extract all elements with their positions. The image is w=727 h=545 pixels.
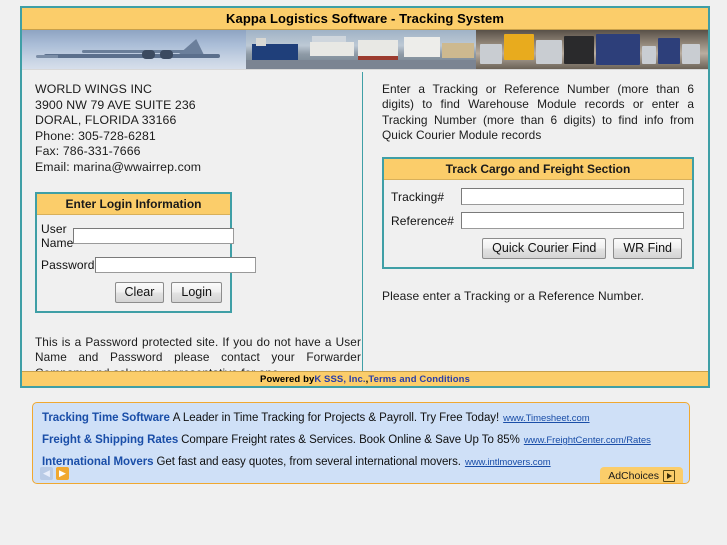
company-street: 3900 NW 79 AVE SUITE 236 (35, 97, 196, 112)
advertisement-box: Tracking Time Software A Leader in Time T… (32, 402, 690, 484)
ad-item-1[interactable]: Tracking Time Software A Leader in Time T… (42, 412, 679, 424)
ad-text-1: A Leader in Time Tracking for Projects &… (172, 412, 500, 424)
login-button[interactable]: Login (171, 281, 222, 303)
reference-number-label: Reference# (391, 213, 455, 228)
ad-url-1[interactable]: www.Timesheet.com (503, 413, 589, 424)
ad-navigation: ◀ ▶ (40, 467, 69, 480)
adchoices-label: AdChoices (608, 470, 659, 482)
company-phone: Phone: 305-728-6281 (35, 128, 156, 143)
powered-by-label: Powered by (260, 373, 315, 385)
reference-number-row: Reference# (391, 212, 684, 230)
application-frame: Kappa Logistics Software - Tracking Syst… (20, 6, 710, 388)
window-title-bar: Kappa Logistics Software - Tracking Syst… (22, 8, 708, 30)
tracking-number-input[interactable] (461, 188, 684, 206)
page-title: Kappa Logistics Software - Tracking Syst… (226, 11, 504, 26)
ad-item-3[interactable]: International Movers Get fast and easy qu… (42, 456, 679, 468)
login-panel-body: User Name Password Clear Login (37, 215, 256, 311)
login-button-row: Clear Login (41, 281, 224, 303)
reference-number-input[interactable] (461, 212, 684, 230)
track-panel-heading: Track Cargo and Freight Section (384, 159, 692, 181)
content-area: WORLD WINGS INC 3900 NW 79 AVE SUITE 236… (22, 70, 708, 380)
username-input[interactable] (73, 227, 235, 244)
right-column: Enter a Tracking or Reference Number (mo… (363, 70, 708, 373)
ad-item-2[interactable]: Freight & Shipping Rates Compare Freight … (42, 434, 679, 446)
tracking-instructions: Enter a Tracking or Reference Number (mo… (382, 82, 694, 142)
tracking-number-label: Tracking# (391, 189, 445, 204)
tracking-message: Please enter a Tracking or a Reference N… (382, 289, 645, 304)
login-panel: Enter Login Information User Name Passwo… (35, 191, 256, 313)
track-panel-body: Tracking# Reference# Quick Courier Find … (384, 180, 692, 267)
company-fax: Fax: 786-331-7666 (35, 144, 141, 159)
password-row: Password (41, 256, 256, 273)
company-email: Email: marina@wwairrep.com (35, 159, 202, 174)
adchoices-triangle-icon (663, 470, 675, 482)
password-label: Password (41, 257, 95, 272)
ad-text-2: Compare Freight rates & Services. Book O… (181, 434, 520, 446)
password-input[interactable] (94, 256, 256, 273)
company-name: WORLD WINGS INC (35, 82, 152, 96)
tracking-number-row: Tracking# (391, 188, 684, 206)
next-arrow-icon[interactable]: ▶ (56, 467, 69, 480)
ad-title-1[interactable]: Tracking Time Software (42, 412, 170, 424)
ad-url-2[interactable]: www.FreightCenter.com/Rates (524, 435, 651, 446)
clear-button[interactable]: Clear (114, 281, 165, 303)
ad-title-2[interactable]: Freight & Shipping Rates (42, 434, 178, 446)
left-column: WORLD WINGS INC 3900 NW 79 AVE SUITE 236… (22, 70, 362, 380)
company-city-state-zip: DORAL, FLORIDA 33166 (35, 113, 177, 128)
page-root: Kappa Logistics Software - Tracking Syst… (0, 0, 727, 545)
username-row: User Name (41, 221, 235, 250)
previous-arrow-icon[interactable]: ◀ (40, 467, 53, 480)
airplane-photo (22, 30, 246, 69)
ships-port-photo (246, 30, 476, 69)
footer-bar: Powered by K SSS, Inc., Terms and Condit… (22, 371, 708, 386)
terms-and-conditions-link[interactable]: Terms and Conditions (368, 374, 470, 385)
k-sss-link[interactable]: K SSS, Inc. (314, 374, 365, 385)
wr-find-button[interactable]: WR Find (613, 238, 682, 260)
trucks-photo (476, 30, 708, 69)
banner-strip (22, 30, 708, 70)
adchoices-button[interactable]: AdChoices (600, 467, 683, 483)
track-button-row: Quick Courier Find WR Find (391, 238, 684, 260)
ad-text-3: Get fast and easy quotes, from several i… (156, 456, 461, 468)
track-cargo-panel: Track Cargo and Freight Section Tracking… (382, 157, 694, 270)
company-address-block: WORLD WINGS INC 3900 NW 79 AVE SUITE 236… (35, 82, 362, 176)
login-panel-heading: Enter Login Information (37, 193, 230, 215)
quick-courier-find-button[interactable]: Quick Courier Find (482, 238, 607, 260)
username-label: User Name (41, 221, 74, 250)
ad-url-3[interactable]: www.intlmovers.com (465, 457, 551, 468)
